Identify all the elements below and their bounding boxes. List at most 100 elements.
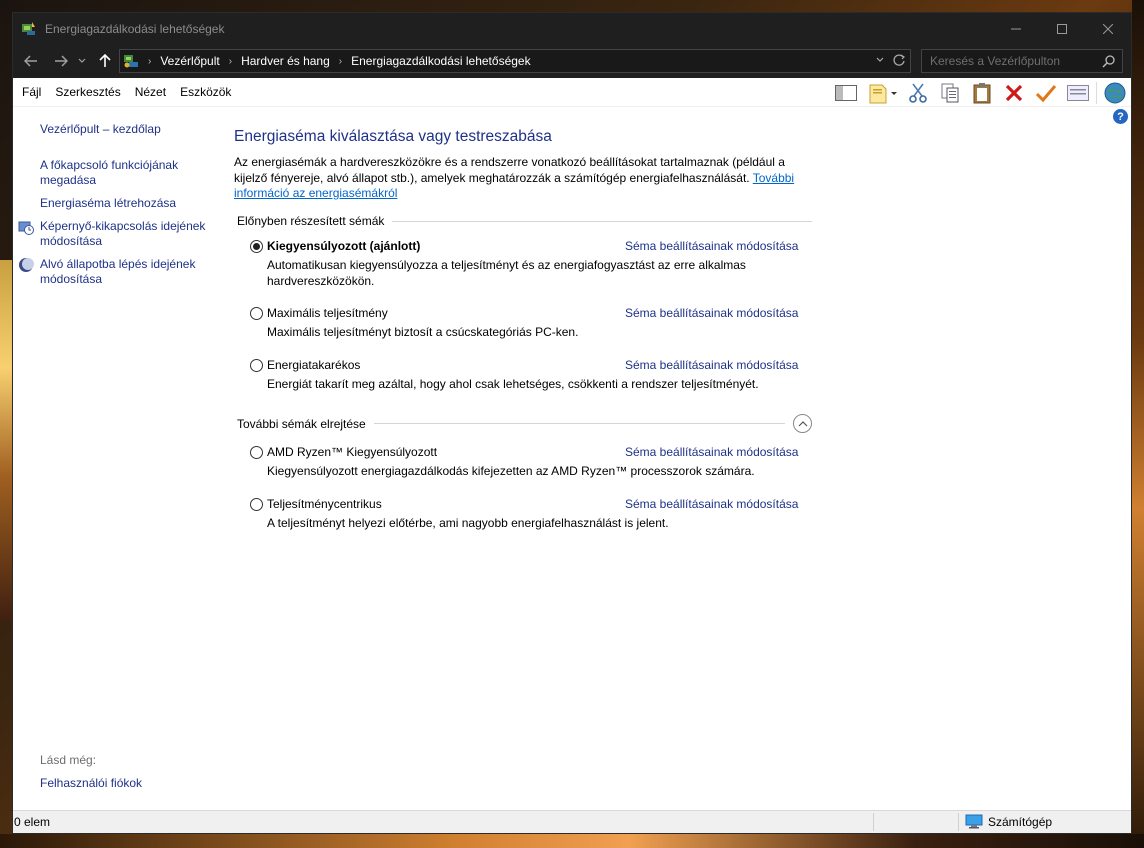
toolbar-separator: [1096, 81, 1097, 104]
plan-radio-amd-ryzen-balanced[interactable]: [250, 446, 263, 459]
search-input[interactable]: Keresés a Vezérlőpulton: [930, 54, 1060, 68]
chevron-up-icon: [798, 421, 807, 427]
page-description: Az energiasémák a hardvereszközökre és a…: [234, 155, 814, 202]
address-bar[interactable]: › Vezérlőpult › Hardver és hang › Energi…: [119, 49, 911, 73]
computer-icon: [965, 814, 983, 829]
change-plan-settings-link[interactable]: Séma beállításainak módosítása: [625, 497, 798, 511]
plan-description: Automatikusan kiegyensúlyozza a teljesít…: [267, 258, 746, 288]
breadcrumb-separator: ›: [148, 55, 152, 67]
desktop-wallpaper-bottom: [0, 834, 1144, 848]
plan-description: Energiát takarít meg azáltal, hogy ahol …: [267, 377, 759, 391]
power-options-icon: [22, 21, 35, 35]
windows-update-button[interactable]: [1099, 80, 1131, 106]
section-divider: [392, 220, 812, 222]
cut-button[interactable]: [902, 80, 934, 106]
minimize-button[interactable]: [993, 13, 1039, 44]
plan-description: Kiegyensúlyozott energiagazdálkodás kife…: [267, 464, 755, 478]
delete-button[interactable]: [998, 80, 1030, 106]
plan-radio-ultimate-performance[interactable]: [250, 307, 263, 320]
description-text: Az energiasémák a hardvereszközökre és a…: [234, 155, 785, 185]
layout-pane-button[interactable]: [830, 80, 862, 106]
plan-name[interactable]: AMD Ryzen™ Kiegyensúlyozott: [267, 445, 437, 459]
chevron-down-icon: [876, 57, 884, 62]
title-bar[interactable]: Energiagazdálkodási lehetőségek: [13, 13, 1131, 44]
sidebar-link-user-accounts[interactable]: Felhasználói fiókok: [40, 776, 220, 791]
navigation-bar: › Vezérlőpult › Hardver és hang › Energi…: [13, 44, 1131, 78]
scissors-icon: [909, 83, 927, 103]
copy-icon: [941, 83, 959, 102]
menu-bar: Fájl Szerkesztés Nézet Eszközök: [13, 78, 1131, 107]
status-location: Számítógép: [965, 814, 1052, 829]
sidebar-link-display-off[interactable]: Képernyő-kikapcsolás idejének módosítása: [40, 219, 220, 249]
status-location-text: Számítógép: [988, 814, 1053, 829]
up-button[interactable]: [93, 49, 117, 73]
change-plan-settings-link[interactable]: Séma beállításainak módosítása: [625, 358, 798, 372]
item-count: 0 elem: [14, 815, 51, 829]
see-also-label: Lásd még:: [40, 753, 97, 767]
arrow-left-icon: [24, 55, 37, 67]
plan-radio-balanced[interactable]: [250, 240, 263, 253]
close-button[interactable]: [1085, 13, 1131, 44]
paste-button[interactable]: [966, 80, 998, 106]
section-divider: [373, 423, 785, 424]
plan-radio-high-performance[interactable]: [250, 498, 263, 511]
search-box[interactable]: Keresés a Vezérlőpulton: [921, 49, 1123, 73]
change-plan-settings-link[interactable]: Séma beállításainak módosítása: [625, 239, 798, 253]
plan-name[interactable]: Energiatakarékos: [267, 358, 360, 372]
hide-plans-heading-text: További sémák elrejtése: [237, 416, 366, 431]
sidebar-link-create-plan[interactable]: Energiaséma létrehozása: [40, 196, 220, 211]
breadcrumb-separator: ›: [228, 55, 233, 67]
desktop-wallpaper-right: [1132, 0, 1144, 848]
preferred-plans-heading: Előnyben részesített sémák: [237, 214, 812, 228]
delete-x-icon: [1005, 84, 1023, 101]
control-panel-icon: [124, 55, 138, 68]
plan-name[interactable]: Teljesítménycentrikus: [267, 497, 382, 511]
new-item-button[interactable]: [862, 80, 902, 106]
layout-pane-icon: [835, 84, 857, 101]
maximize-icon: [1057, 23, 1067, 34]
plan-radio-power-saver[interactable]: [250, 359, 263, 372]
chevron-down-icon: [78, 58, 86, 63]
new-document-icon: [869, 84, 897, 103]
menu-edit[interactable]: Szerkesztés: [55, 85, 120, 99]
plan-name[interactable]: Kiegyensúlyozott (ajánlott): [267, 239, 420, 253]
collapse-plans-button[interactable]: [793, 414, 812, 433]
refresh-button[interactable]: [892, 53, 906, 70]
change-plan-settings-link[interactable]: Séma beállításainak módosítása: [625, 445, 798, 459]
copy-button[interactable]: [934, 80, 966, 106]
toolbar: [830, 78, 1131, 107]
breadcrumb-separator: ›: [338, 55, 343, 67]
breadcrumb-item-power-options[interactable]: Energiagazdálkodási lehetőségek: [351, 54, 530, 68]
clipboard-icon: [973, 82, 991, 103]
sidebar-link-sleep[interactable]: Alvó állapotba lépés idejének módosítása: [40, 257, 220, 287]
status-separator: [958, 813, 959, 831]
properties-button[interactable]: [1062, 80, 1094, 106]
menu-file[interactable]: Fájl: [22, 85, 41, 99]
menu-view[interactable]: Nézet: [135, 85, 166, 99]
plan-description: Maximális teljesítményt biztosít a csúcs…: [267, 325, 579, 339]
maximize-button[interactable]: [1039, 13, 1085, 44]
plan-description: A teljesítményt helyezi előtérbe, ami na…: [267, 516, 669, 530]
content-area: ? Vezérlőpult – kezdőlap A főkapcsoló fu…: [13, 107, 1131, 810]
forward-button[interactable]: [49, 49, 73, 73]
help-button[interactable]: ?: [1113, 109, 1128, 124]
breadcrumb-item-control-panel[interactable]: Vezérlőpult: [160, 54, 219, 68]
plan-name[interactable]: Maximális teljesítmény: [267, 306, 388, 320]
sidebar-link-power-button[interactable]: A főkapcsoló funkciójának megadása: [40, 158, 220, 188]
close-icon: [1103, 23, 1113, 34]
search-icon[interactable]: [1102, 54, 1116, 68]
address-dropdown-button[interactable]: [876, 53, 884, 70]
menu-tools[interactable]: Eszközök: [180, 85, 231, 99]
recent-locations-button[interactable]: [75, 49, 89, 73]
back-button[interactable]: [19, 49, 43, 73]
window-title: Energiagazdálkodási lehetőségek: [45, 21, 225, 36]
help-question-icon: ?: [1117, 110, 1124, 123]
apply-button[interactable]: [1030, 80, 1062, 106]
control-panel-window: Energiagazdálkodási lehetőségek › Vezérl…: [12, 12, 1132, 834]
breadcrumb-item-hardware-sound[interactable]: Hardver és hang: [241, 54, 330, 68]
change-plan-settings-link[interactable]: Séma beállításainak módosítása: [625, 306, 798, 320]
minimize-icon: [1011, 28, 1021, 29]
refresh-icon: [893, 54, 905, 66]
page-title: Energiaséma kiválasztása vagy testreszab…: [234, 128, 552, 145]
sidebar-link-control-panel-home[interactable]: Vezérlőpult – kezdőlap: [40, 122, 220, 137]
